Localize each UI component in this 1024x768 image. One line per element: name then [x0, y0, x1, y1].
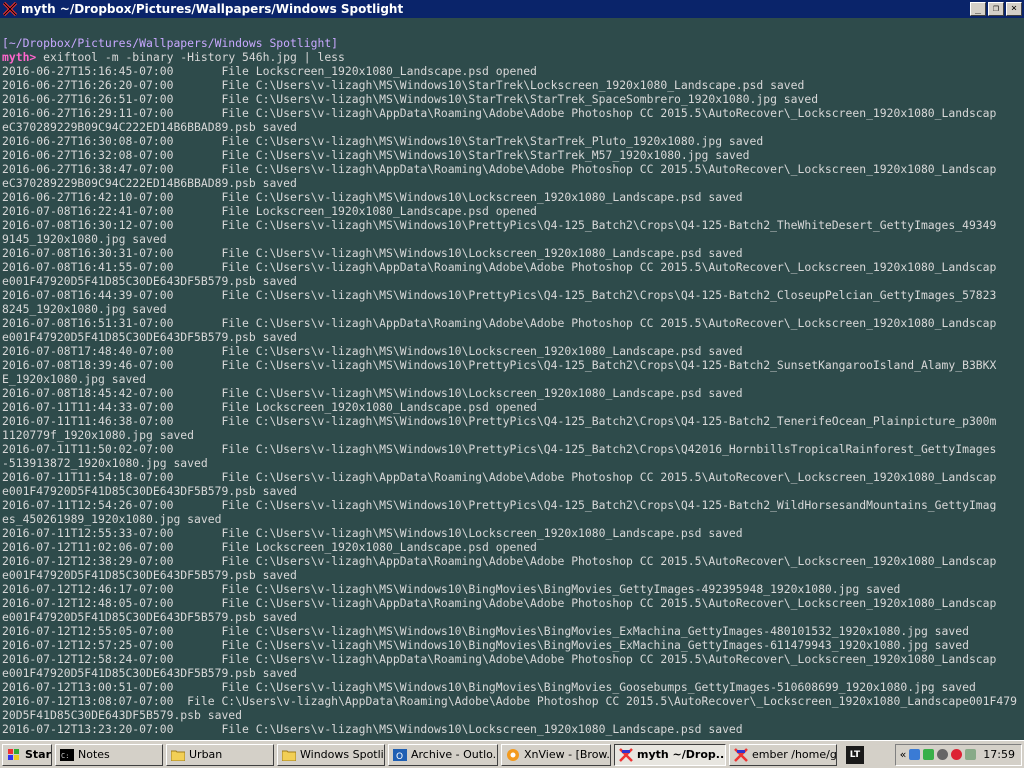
terminal-line: 2016-07-08T16:22:41-07:00 File Lockscree… — [2, 204, 537, 218]
xterm-icon — [2, 1, 18, 17]
terminal-line: 2016-07-11T12:55:33-07:00 File C:\Users\… — [2, 526, 743, 540]
prompt-user: myth> — [2, 50, 37, 64]
terminal-line: 2016-07-12T12:57:25-07:00 File C:\Users\… — [2, 638, 969, 652]
terminal-line: 2016-06-27T16:32:08-07:00 File C:\Users\… — [2, 148, 750, 162]
terminal-line: e001F47920D5F41D85C30DE643DF5B579.psb sa… — [2, 330, 297, 344]
taskbar-button-notes[interactable]: C: Notes — [55, 743, 163, 766]
terminal-line: 8245_1920x1080.jpg saved — [2, 302, 167, 316]
battery-icon[interactable] — [923, 749, 935, 760]
terminal-line: 2016-07-12T13:00:51-07:00 File C:\Users\… — [2, 680, 976, 694]
terminal-line: es_450261989_1920x1080.jpg saved — [2, 512, 222, 526]
terminal-line: 2016-07-08T18:39:46-07:00 File C:\Users\… — [2, 358, 997, 372]
terminal-area[interactable]: [~/Dropbox/Pictures/Wallpapers/Windows S… — [0, 18, 1024, 740]
taskbar-button-label: myth ~/Drop... — [637, 748, 726, 761]
terminal-line: 2016-07-12T12:58:24-07:00 File C:\Users\… — [2, 652, 997, 666]
terminal-line: e001F47920D5F41D85C30DE643DF5B579.psb sa… — [2, 274, 297, 288]
terminal-line: 2016-07-12T12:55:05-07:00 File C:\Users\… — [2, 624, 969, 638]
taskbar-button-label: Archive - Outlo... — [411, 748, 498, 761]
window-titlebar[interactable]: myth ~/Dropbox/Pictures/Wallpapers/Windo… — [0, 0, 1024, 18]
windows-logo-icon — [7, 748, 21, 762]
taskbar-button-myth-terminal[interactable]: myth ~/Drop... — [614, 743, 726, 766]
svg-text:C:: C: — [61, 752, 69, 760]
terminal-line: e001F47920D5F41D85C30DE643DF5B579.psb sa… — [2, 666, 297, 680]
close-button[interactable]: × — [1006, 2, 1022, 16]
terminal-line: 20D5F41D85C30DE643DF5B579.psb saved — [2, 708, 243, 722]
terminal-line: 2016-07-08T18:45:42-07:00 File C:\Users\… — [2, 386, 743, 400]
terminal-line: 2016-07-12T13:23:20-07:00 File C:\Users\… — [2, 722, 743, 736]
terminal-line: 2016-06-27T16:29:11-07:00 File C:\Users\… — [2, 106, 997, 120]
taskbar-button-label: Notes — [78, 748, 110, 761]
volume-icon[interactable] — [937, 749, 949, 760]
prompt-path: [~/Dropbox/Pictures/Wallpapers/Windows S… — [2, 36, 339, 50]
taskbar-button-ember-terminal[interactable]: ember /home/g... — [729, 743, 837, 766]
folder-icon — [282, 748, 296, 762]
terminal-line: 2016-07-08T16:41:55-07:00 File C:\Users\… — [2, 260, 997, 274]
terminal-line: 2016-07-12T12:46:17-07:00 File C:\Users\… — [2, 582, 901, 596]
cmd-icon: C: — [60, 748, 74, 762]
terminal-line: eC370289229B09C94C222ED14B6BBAD89.psb sa… — [2, 176, 297, 190]
clock[interactable]: 17:59 — [983, 748, 1015, 761]
svg-text:O: O — [396, 752, 403, 761]
start-label: Start — [25, 748, 52, 761]
system-tray: « 17:59 — [894, 743, 1022, 766]
taskbar-button-label: Urban — [189, 748, 223, 761]
terminal-output: 2016-06-27T15:16:45-07:00 File Lockscree… — [2, 64, 1017, 736]
terminal-line: E_1920x1080.jpg saved — [2, 372, 147, 386]
terminal-line: 2016-06-27T16:42:10-07:00 File C:\Users\… — [2, 190, 743, 204]
terminal-line: 2016-06-27T16:26:20-07:00 File C:\Users\… — [2, 78, 805, 92]
terminal-text: [~/Dropbox/Pictures/Wallpapers/Windows S… — [0, 18, 1024, 736]
terminal-line: 1120779f_1920x1080.jpg saved — [2, 428, 195, 442]
folder-icon — [171, 748, 185, 762]
terminal-line: eC370289229B09C94C222ED14B6BBAD89.psb sa… — [2, 120, 297, 134]
lt-app-icon[interactable]: LT — [846, 745, 864, 764]
maximize-button[interactable]: ❐ — [988, 2, 1004, 16]
outlook-icon: O — [393, 748, 407, 762]
taskbar-button-label: ember /home/g... — [752, 748, 837, 761]
terminal-line: 2016-07-12T12:48:05-07:00 File C:\Users\… — [2, 596, 997, 610]
start-button[interactable]: Start — [2, 743, 52, 766]
xnview-icon — [506, 748, 520, 762]
terminal-line: 2016-07-08T16:51:31-07:00 File C:\Users\… — [2, 316, 997, 330]
terminal-line: e001F47920D5F41D85C30DE643DF5B579.psb sa… — [2, 610, 297, 624]
terminal-line: 2016-07-08T16:30:12-07:00 File C:\Users\… — [2, 218, 997, 232]
terminal-icon — [619, 747, 633, 762]
taskbar-button-label: Windows Spotli... — [300, 748, 385, 761]
terminal-line: 2016-07-11T11:54:18-07:00 File C:\Users\… — [2, 470, 997, 484]
terminal-line: 9145_1920x1080.jpg saved — [2, 232, 167, 246]
taskbar-button-windows-spotlight[interactable]: Windows Spotli... — [277, 743, 385, 766]
terminal-line: 2016-07-11T11:46:38-07:00 File C:\Users\… — [2, 414, 997, 428]
taskbar-button-xnview[interactable]: XnView - [Brow... — [501, 743, 611, 766]
taskbar-button-label: XnView - [Brow... — [524, 748, 611, 761]
terminal-line: 2016-06-27T16:30:08-07:00 File C:\Users\… — [2, 134, 764, 148]
terminal-line: 2016-06-27T16:38:47-07:00 File C:\Users\… — [2, 162, 997, 176]
security-icon[interactable] — [951, 749, 963, 760]
terminal-line: 2016-07-12T12:38:29-07:00 File C:\Users\… — [2, 554, 997, 568]
terminal-line: 2016-07-08T16:44:39-07:00 File C:\Users\… — [2, 288, 997, 302]
terminal-icon — [734, 747, 748, 762]
taskbar: Start C: Notes Urban Windows Spotli... O… — [0, 740, 1024, 768]
terminal-line: 2016-06-27T15:16:45-07:00 File Lockscree… — [2, 64, 537, 78]
terminal-line: 2016-07-08T17:48:40-07:00 File C:\Users\… — [2, 344, 743, 358]
terminal-line: e001F47920D5F41D85C30DE643DF5B579.psb sa… — [2, 568, 297, 582]
terminal-line: e001F47920D5F41D85C30DE643DF5B579.psb sa… — [2, 484, 297, 498]
terminal-line: 2016-07-11T11:50:02-07:00 File C:\Users\… — [2, 442, 997, 456]
terminal-line: 2016-07-12T11:02:06-07:00 File Lockscree… — [2, 540, 537, 554]
terminal-line: 2016-07-11T12:54:26-07:00 File C:\Users\… — [2, 498, 997, 512]
taskbar-button-urban[interactable]: Urban — [166, 743, 274, 766]
terminal-line: 2016-07-08T16:30:31-07:00 File C:\Users\… — [2, 246, 743, 260]
command-text: exiftool -m -binary -History 546h.jpg | … — [36, 50, 345, 64]
terminal-line: 2016-06-27T16:26:51-07:00 File C:\Users\… — [2, 92, 819, 106]
terminal-line: -513913872_1920x1080.jpg saved — [2, 456, 208, 470]
minimize-button[interactable]: _ — [970, 2, 986, 16]
taskbar-button-outlook[interactable]: O Archive - Outlo... — [388, 743, 498, 766]
terminal-line: 2016-07-12T13:08:07-07:00 File C:\Users\… — [2, 694, 1017, 708]
window-title: myth ~/Dropbox/Pictures/Wallpapers/Windo… — [21, 2, 404, 16]
sync-icon[interactable] — [965, 749, 977, 760]
network-icon[interactable] — [909, 749, 921, 760]
tray-expand-chevron-icon[interactable]: « — [900, 748, 907, 761]
window-controls: _ ❐ × — [970, 2, 1022, 16]
terminal-line: 2016-07-11T11:44:33-07:00 File Lockscree… — [2, 400, 537, 414]
